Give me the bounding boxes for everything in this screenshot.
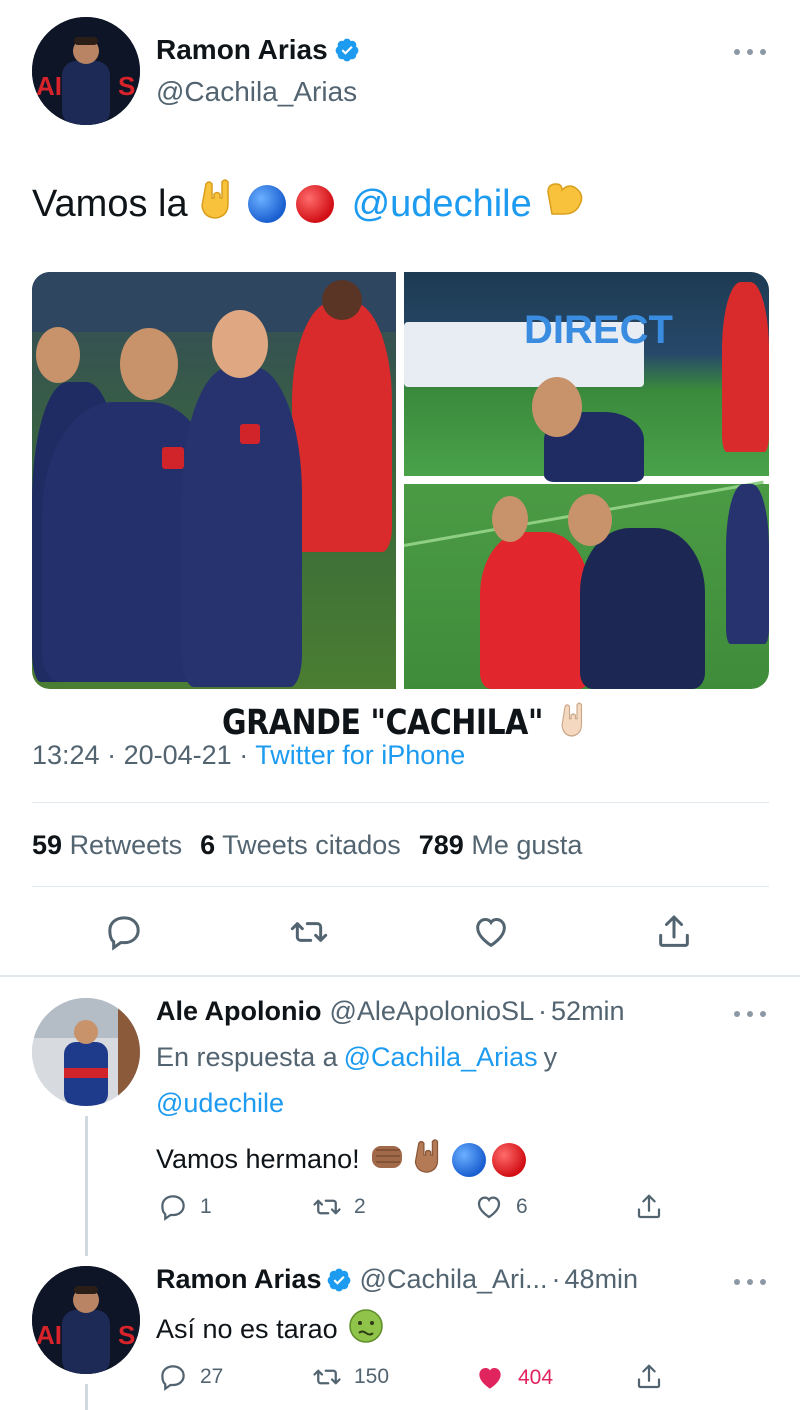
rock-hand-emoji xyxy=(198,178,238,230)
svg-text:S: S xyxy=(118,1320,135,1350)
reply-author-name[interactable]: Ramon Arias xyxy=(156,1264,322,1295)
reply-reply-action[interactable]: 27 xyxy=(158,1362,223,1392)
like-icon[interactable] xyxy=(474,1192,504,1222)
share-icon[interactable] xyxy=(634,1192,664,1222)
author-handle[interactable]: @Cachila_Arias xyxy=(156,76,357,108)
reply-to-mention[interactable]: @Cachila_Arias xyxy=(344,1042,538,1073)
meta-separator: · xyxy=(551,1264,561,1294)
reply-header: Ramon Arias @Cachila_Ari... · 48min xyxy=(156,1264,638,1295)
svg-text:AI: AI xyxy=(36,71,62,101)
reply-share-action[interactable] xyxy=(634,1192,664,1222)
reply-author-handle[interactable]: @AleApolonioSL xyxy=(329,996,534,1027)
reply-text: Vamos hermano! xyxy=(156,1138,526,1181)
retweet-icon[interactable] xyxy=(289,912,329,952)
like-filled-icon[interactable] xyxy=(474,1362,506,1394)
divider xyxy=(32,886,769,887)
reply-retweet-action[interactable]: 2 xyxy=(312,1192,366,1222)
author-avatar[interactable]: AI S xyxy=(32,17,140,125)
main-tweet: AI S Ramon Arias @Cachila_Arias Vamos la… xyxy=(0,0,800,975)
more-options-icon[interactable] xyxy=(734,46,766,58)
more-options-icon[interactable] xyxy=(734,1008,766,1020)
retweet-count: 150 xyxy=(354,1365,390,1388)
tweet-time: 13:24 xyxy=(32,740,100,770)
flexed-bicep-emoji xyxy=(542,178,588,230)
reply-context: En respuesta a @Cachila_Arias y xyxy=(156,1042,557,1073)
meta-separator: · xyxy=(107,740,117,770)
reply-author-avatar[interactable]: AI S xyxy=(32,1266,140,1374)
rock-hand-emoji xyxy=(559,700,589,748)
quotes-stat[interactable]: 6 Tweets citados xyxy=(200,830,407,861)
thread-line xyxy=(85,1384,88,1410)
divider xyxy=(32,802,769,803)
svg-text:AI: AI xyxy=(36,1320,62,1350)
thread-line xyxy=(85,1116,88,1256)
nauseated-face-emoji xyxy=(348,1308,384,1351)
reply-retweet-action[interactable]: 150 xyxy=(312,1362,389,1392)
retweet-icon[interactable] xyxy=(312,1362,342,1392)
like-count: 6 xyxy=(516,1195,528,1218)
reply-reply-action[interactable]: 1 xyxy=(158,1192,212,1222)
reply-like-action[interactable]: 6 xyxy=(474,1192,528,1222)
reply-share-action[interactable] xyxy=(634,1362,664,1392)
red-circle-emoji xyxy=(491,1142,526,1177)
retweet-count: 2 xyxy=(354,1195,366,1218)
verified-badge-icon xyxy=(334,37,360,63)
likes-stat[interactable]: 789 Me gusta xyxy=(419,830,589,861)
blue-circle-emoji xyxy=(247,185,286,223)
retweet-icon[interactable] xyxy=(312,1192,342,1222)
reply-to-prefix: En respuesta a xyxy=(156,1042,338,1072)
mention-link[interactable]: @udechile xyxy=(352,183,532,226)
oncoming-fist-emoji xyxy=(370,1140,406,1179)
reply-time[interactable]: 52min xyxy=(551,996,625,1027)
reply-time[interactable]: 48min xyxy=(565,1264,639,1295)
red-circle-emoji xyxy=(295,185,334,223)
tweet-date: 20-04-21 xyxy=(123,740,232,770)
like-count: 404 xyxy=(518,1366,554,1389)
reply-text: Así no es tarao xyxy=(156,1308,384,1351)
reply-icon[interactable] xyxy=(104,912,144,952)
media-photo-match-action[interactable] xyxy=(403,480,769,689)
tweet-text: Vamos la @udechile xyxy=(32,178,588,230)
reply-author-avatar[interactable] xyxy=(32,998,140,1106)
reply-icon[interactable] xyxy=(158,1362,188,1392)
more-options-icon[interactable] xyxy=(734,1276,766,1288)
blue-circle-emoji xyxy=(451,1142,486,1177)
reply-icon[interactable] xyxy=(158,1192,188,1222)
reply-count: 27 xyxy=(200,1365,224,1388)
reply-text-content: Vamos hermano! xyxy=(156,1144,360,1174)
share-icon[interactable] xyxy=(634,1362,664,1392)
media-photo-player-head[interactable]: DIRECT xyxy=(404,272,769,482)
rock-hand-emoji xyxy=(412,1138,446,1181)
caption-text: GRANDE "CACHILA" xyxy=(222,702,544,744)
tweet-stats: 59 Retweets 6 Tweets citados 789 Me gust… xyxy=(32,830,588,861)
media-photo-celebration[interactable] xyxy=(32,272,396,689)
reply-like-action[interactable]: 404 xyxy=(474,1362,553,1394)
meta-separator: · xyxy=(239,740,249,770)
reply-context-line-2: @udechile xyxy=(156,1088,284,1119)
verified-badge-icon xyxy=(326,1267,352,1293)
reply-author-name[interactable]: Ale Apolonio xyxy=(156,996,321,1027)
reply-to-joiner: y xyxy=(543,1042,558,1072)
reply-to-mention[interactable]: @udechile xyxy=(156,1088,284,1119)
like-icon[interactable] xyxy=(471,912,511,952)
tweet-metadata: 13:24 · 20-04-21 · Twitter for iPhone xyxy=(32,740,465,771)
section-divider xyxy=(0,975,800,977)
reply-text-content: Así no es tarao xyxy=(156,1314,338,1344)
tweet-text-prefix: Vamos la xyxy=(32,182,188,225)
tweet-media-grid[interactable]: DIRECT xyxy=(32,272,769,689)
share-icon[interactable] xyxy=(654,912,694,952)
author-name[interactable]: Ramon Arias xyxy=(156,34,328,66)
reply-count: 1 xyxy=(200,1195,212,1218)
reply-header: Ale Apolonio @AleApolonioSL · 52min xyxy=(156,996,625,1027)
reply-author-handle[interactable]: @Cachila_Ari... xyxy=(360,1264,548,1295)
svg-text:S: S xyxy=(118,71,135,101)
tweet-source[interactable]: Twitter for iPhone xyxy=(255,740,465,770)
retweets-stat[interactable]: 59 Retweets xyxy=(32,830,188,861)
author-name-row[interactable]: Ramon Arias xyxy=(156,34,360,66)
meta-separator: · xyxy=(538,996,548,1026)
